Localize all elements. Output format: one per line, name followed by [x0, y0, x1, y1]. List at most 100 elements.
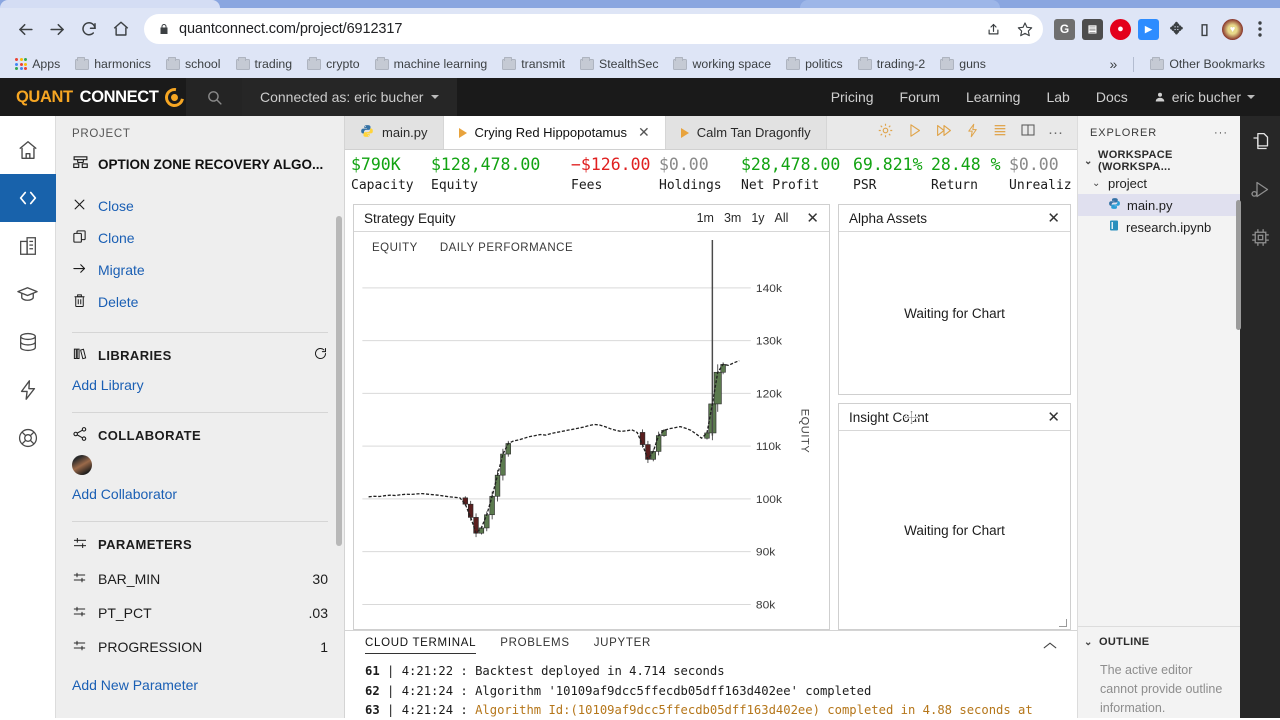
explorer-folder-project[interactable]: ⌄ project: [1078, 172, 1240, 194]
search-button[interactable]: [186, 78, 242, 116]
bookmark-harmonics[interactable]: harmonics: [69, 54, 157, 74]
collapse-terminal-icon[interactable]: [1043, 637, 1057, 653]
rail-learning-icon[interactable]: [0, 270, 56, 318]
explorer-file-research-ipynb[interactable]: research.ipynb: [1078, 216, 1240, 238]
rail-organization-icon[interactable]: [0, 222, 56, 270]
tab-main-py[interactable]: main.py: [345, 116, 444, 149]
explorer-workspace-row[interactable]: ⌄ WORKSPACE (WORKSPA...: [1078, 149, 1240, 173]
bookmark-trading[interactable]: trading: [230, 54, 299, 74]
logs-icon[interactable]: [992, 122, 1008, 143]
header-nav-pricing[interactable]: Pricing: [818, 89, 887, 105]
bookmark-school[interactable]: school: [160, 54, 227, 74]
bookmark-star-icon[interactable]: [1017, 21, 1033, 37]
strategy-equity-chart-body[interactable]: EQUITY DAILY PERFORMANCE 140k 130k 120k 110…: [354, 232, 829, 629]
legend-equity[interactable]: EQUITY: [372, 242, 418, 254]
project-name-row[interactable]: OPTION ZONE RECOVERY ALGO...: [72, 154, 328, 174]
explorer-scrollbar[interactable]: [1236, 200, 1241, 330]
outline-header[interactable]: ⌄ OUTLINE: [1078, 631, 1240, 653]
explorer-more-icon[interactable]: ···: [1214, 127, 1228, 139]
opera-vpn-extension-icon[interactable]: ●: [1110, 18, 1131, 40]
add-library-link[interactable]: Add Library: [72, 372, 328, 398]
bookmarks-overflow-button[interactable]: »: [1104, 53, 1124, 75]
chip-icon[interactable]: [1247, 224, 1273, 250]
tab-crying-red-hippopotamus[interactable]: Crying Red Hippopotamus ✕: [443, 116, 666, 149]
bookmark-apps[interactable]: Apps: [9, 54, 66, 74]
add-collaborator-link[interactable]: Add Collaborator: [72, 481, 328, 507]
range-1m-button[interactable]: 1m: [697, 211, 714, 225]
forward-arrow-icon[interactable]: [42, 14, 72, 44]
close-icon[interactable]: ✕: [1047, 410, 1060, 425]
rail-home-icon[interactable]: [0, 126, 56, 174]
back-arrow-icon[interactable]: [10, 14, 40, 44]
lightning-icon[interactable]: [965, 122, 980, 144]
video-extension-icon[interactable]: ▤: [1082, 18, 1103, 40]
copy-files-icon[interactable]: [1247, 128, 1273, 154]
collaborator-avatar[interactable]: [72, 455, 92, 475]
close-icon[interactable]: ✕: [1047, 211, 1060, 226]
grammarly-extension-icon[interactable]: G: [1054, 18, 1075, 40]
bookmark-working-space[interactable]: working space: [667, 54, 777, 74]
browser-tab-active[interactable]: [0, 0, 220, 8]
puzzle-extensions-icon[interactable]: ✥: [1166, 19, 1187, 40]
sidebar-item-migrate[interactable]: Migrate: [72, 254, 328, 286]
tab-calm-tan-dragonfly[interactable]: Calm Tan Dragonfly: [665, 116, 827, 149]
rail-support-icon[interactable]: [0, 414, 56, 462]
refresh-libraries-icon[interactable]: [313, 346, 328, 364]
header-nav-lab[interactable]: Lab: [1033, 89, 1082, 105]
tab-cloud-terminal[interactable]: CLOUD TERMINAL: [365, 637, 477, 654]
home-icon[interactable]: [106, 14, 136, 44]
gear-icon[interactable]: [877, 122, 894, 144]
sidebar-item-clone[interactable]: Clone: [72, 222, 328, 254]
tab-jupyter[interactable]: JUPYTER: [594, 637, 651, 653]
sidepanel-icon[interactable]: ▯: [1194, 19, 1215, 40]
insight-count-card-header[interactable]: Insight Count ✕: [839, 404, 1070, 431]
tab-problems[interactable]: PROBLEMS: [500, 637, 570, 653]
range-3m-button[interactable]: 3m: [724, 211, 741, 225]
bookmark-machine-learning[interactable]: machine learning: [369, 54, 494, 74]
sidebar-scrollbar[interactable]: [336, 216, 342, 546]
header-user-menu[interactable]: eric bucher: [1141, 89, 1268, 105]
header-nav-learning[interactable]: Learning: [953, 89, 1034, 105]
other-bookmarks-button[interactable]: Other Bookmarks: [1144, 54, 1271, 74]
bookmark-transmit[interactable]: transmit: [496, 54, 571, 74]
chrome-menu-icon[interactable]: [1250, 14, 1270, 44]
sidebar-item-close[interactable]: Close: [72, 190, 328, 222]
rail-code-icon[interactable]: [0, 174, 56, 222]
profile-avatar[interactable]: ♥: [1222, 18, 1243, 40]
parameter-row[interactable]: PROGRESSION 1: [72, 630, 328, 664]
add-new-parameter-link[interactable]: Add New Parameter: [72, 672, 328, 698]
header-nav-forum[interactable]: Forum: [887, 89, 953, 105]
explorer-file-main-py[interactable]: main.py: [1078, 194, 1240, 216]
sidebar-item-delete[interactable]: Delete: [72, 286, 328, 318]
bookmark-politics[interactable]: politics: [780, 54, 849, 74]
connected-as-dropdown[interactable]: Connected as: eric bucher: [242, 78, 458, 116]
quantconnect-logo[interactable]: QUANT CONNECT: [0, 83, 189, 111]
range-all-button[interactable]: All: [775, 211, 789, 225]
bookmark-crypto[interactable]: crypto: [301, 54, 366, 74]
browser-tabstrip[interactable]: [0, 0, 1280, 8]
more-icon[interactable]: ···: [1048, 125, 1063, 140]
bookmark-trading-2[interactable]: trading-2: [852, 54, 932, 74]
run-icon[interactable]: [906, 122, 923, 144]
parameter-row[interactable]: PT_PCT .03: [72, 596, 328, 630]
legend-daily-performance[interactable]: DAILY PERFORMANCE: [440, 242, 573, 254]
close-icon[interactable]: ✕: [806, 211, 819, 226]
share-icon[interactable]: [979, 22, 1008, 37]
split-panel-icon[interactable]: [1020, 122, 1036, 143]
fast-backtest-icon[interactable]: [935, 122, 953, 144]
reload-icon[interactable]: [74, 14, 104, 44]
run-and-debug-icon[interactable]: [1247, 176, 1273, 202]
close-icon[interactable]: ✕: [638, 124, 650, 141]
browser-tab-other[interactable]: [800, 0, 1000, 8]
bookmark-stealthsec[interactable]: StealthSec: [574, 54, 664, 74]
header-nav-docs[interactable]: Docs: [1083, 89, 1141, 105]
parameter-row[interactable]: BAR_MIN 30: [72, 562, 328, 596]
range-1y-button[interactable]: 1y: [751, 211, 764, 225]
terminal-output[interactable]: 61 | 4:21:22 : Backtest deployed in 4.71…: [345, 659, 1077, 718]
bookmark-guns[interactable]: guns: [934, 54, 992, 74]
rail-datasets-icon[interactable]: [0, 318, 56, 366]
rail-alpha-icon[interactable]: [0, 366, 56, 414]
resize-handle[interactable]: [1059, 619, 1067, 627]
zoom-extension-icon[interactable]: ▶: [1138, 18, 1159, 40]
address-bar[interactable]: quantconnect.com/project/6912317: [144, 14, 1043, 44]
